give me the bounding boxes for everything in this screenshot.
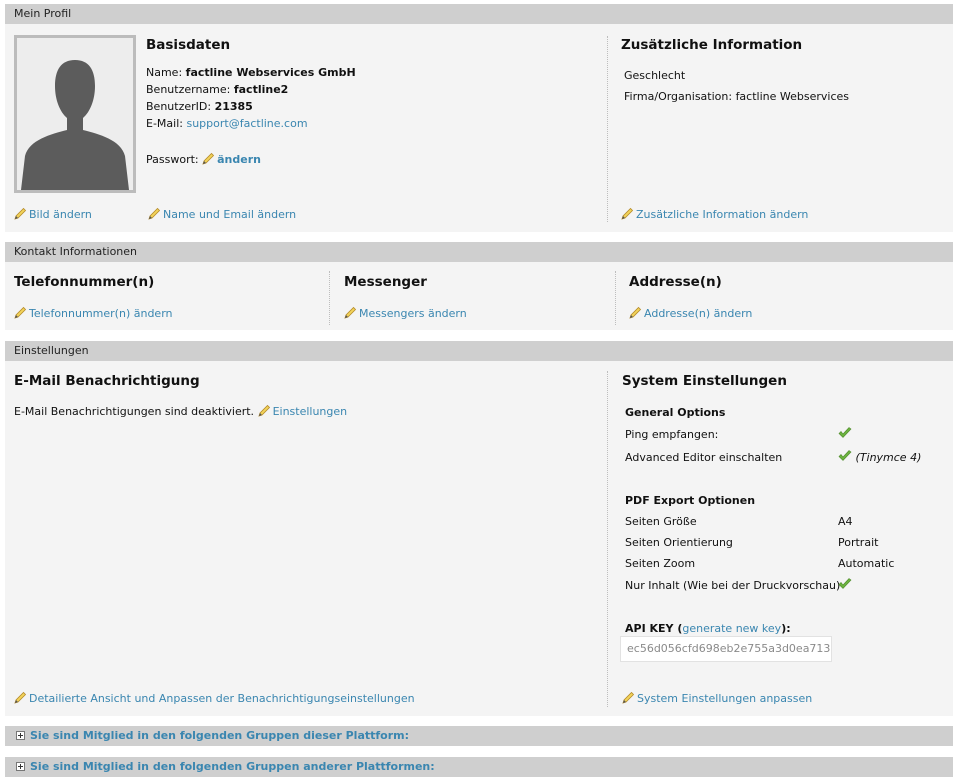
- section-header-contact: Kontakt Informationen: [5, 242, 953, 262]
- api-key-label: API KEY (: [625, 622, 683, 635]
- pencil-icon: [202, 152, 215, 165]
- api-key-suffix: ):: [781, 622, 791, 635]
- divider: [607, 371, 608, 707]
- advanced-editor-note: (Tinymce 4): [855, 451, 922, 464]
- phone-title: Telefonnummer(n): [14, 274, 155, 290]
- page-zoom-label: Seiten Zoom: [625, 557, 696, 570]
- page-zoom-value: Automatic: [838, 557, 895, 570]
- username-label: Benutzername:: [146, 83, 231, 96]
- system-settings-adjust-label: System Einstellungen anpassen: [637, 692, 813, 705]
- groups-other-platforms-label: Sie sind Mitglied in den folgenden Grupp…: [30, 760, 435, 773]
- contact-panel: Telefonnummer(n) Telefonnummer(n) ändern…: [5, 262, 953, 330]
- avatar: [14, 35, 136, 193]
- groups-this-platform-label: Sie sind Mitglied in den folgenden Grupp…: [30, 729, 410, 742]
- email-row: E-Mail: support@factline.com: [146, 117, 308, 130]
- email-settings-label: Einstellungen: [272, 405, 348, 418]
- address-title: Addresse(n): [629, 274, 722, 290]
- name-label: Name:: [146, 66, 183, 79]
- messenger-title: Messenger: [344, 274, 427, 290]
- expand-icon: [16, 731, 25, 740]
- email-label: E-Mail:: [146, 117, 183, 130]
- pencil-icon: [14, 306, 27, 319]
- divider: [615, 271, 616, 325]
- edit-picture-label: Bild ändern: [29, 208, 92, 221]
- gender-label: Geschlecht: [624, 69, 686, 82]
- email-notification-row: E-Mail Benachrichtigungen sind deaktivie…: [14, 404, 347, 418]
- company-row: Firma/Organisation: factline Webservices: [624, 90, 849, 103]
- content-only-label: Nur Inhalt (Wie bei der Druckvorschau): [625, 579, 841, 592]
- userid-row: BenutzerID: 21385: [146, 100, 253, 113]
- generate-key-link[interactable]: generate new key: [682, 622, 781, 635]
- pencil-icon: [629, 306, 642, 319]
- email-notification-title: E-Mail Benachrichtigung: [14, 373, 200, 389]
- pencil-icon: [257, 404, 271, 417]
- api-key-row: API KEY (generate new key):: [625, 622, 791, 635]
- email-detail-link[interactable]: Detailierte Ansicht und Anpassen der Ben…: [14, 691, 415, 705]
- pencil-icon: [622, 691, 635, 704]
- password-label: Passwort:: [146, 153, 199, 166]
- name-row: Name: factline Webservices GmbH: [146, 66, 356, 79]
- page-orientation-label: Seiten Orientierung: [625, 536, 733, 549]
- settings-panel: E-Mail Benachrichtigung E-Mail Benachric…: [5, 361, 953, 716]
- edit-address-link[interactable]: Addresse(n) ändern: [629, 306, 752, 320]
- edit-picture-link[interactable]: Bild ändern: [14, 207, 92, 221]
- advanced-editor-label: Advanced Editor einschalten: [625, 451, 783, 464]
- edit-name-email-label: Name und Email ändern: [163, 208, 297, 221]
- pencil-icon: [14, 207, 27, 220]
- username-value: factline2: [233, 83, 289, 96]
- change-password-link[interactable]: ändern: [217, 153, 261, 166]
- pencil-icon: [621, 207, 634, 220]
- check-icon: [838, 427, 852, 439]
- edit-messenger-link[interactable]: Messengers ändern: [344, 306, 467, 320]
- profile-panel: Basisdaten Name: factline Webservices Gm…: [5, 24, 953, 232]
- api-key-field[interactable]: ec56d056cfd698eb2e755a3d0ea71387: [620, 636, 832, 662]
- section-header-profile: Mein Profil: [5, 4, 953, 24]
- edit-extra-info-link[interactable]: Zusätzliche Information ändern: [621, 207, 808, 221]
- email-notification-status: E-Mail Benachrichtigungen sind deaktivie…: [14, 405, 255, 418]
- edit-phone-link[interactable]: Telefonnummer(n) ändern: [14, 306, 173, 320]
- email-link[interactable]: support@factline.com: [186, 117, 307, 130]
- email-settings-link[interactable]: Einstellungen: [257, 404, 348, 418]
- edit-messenger-label: Messengers ändern: [359, 307, 467, 320]
- email-detail-label: Detailierte Ansicht und Anpassen der Ben…: [29, 692, 415, 705]
- userid-label: BenutzerID:: [146, 100, 212, 113]
- edit-address-label: Addresse(n) ändern: [644, 307, 753, 320]
- section-header-settings: Einstellungen: [5, 341, 953, 361]
- check-icon: [838, 578, 852, 590]
- system-settings-adjust-link[interactable]: System Einstellungen anpassen: [622, 691, 812, 705]
- pencil-icon: [148, 207, 161, 220]
- groups-other-platforms-toggle[interactable]: Sie sind Mitglied in den folgenden Grupp…: [5, 757, 953, 777]
- advanced-editor-value: (Tinymce 4): [838, 450, 921, 464]
- edit-name-email-link[interactable]: Name und Email ändern: [148, 207, 296, 221]
- page-size-value: A4: [838, 515, 853, 528]
- pdf-export-title: PDF Export Optionen: [625, 494, 756, 507]
- pencil-icon: [344, 306, 357, 319]
- ping-label: Ping empfangen:: [625, 428, 719, 441]
- edit-extra-info-label: Zusätzliche Information ändern: [636, 208, 809, 221]
- check-icon: [838, 450, 852, 462]
- name-value: factline Webservices GmbH: [185, 66, 356, 79]
- basis-title: Basisdaten: [146, 37, 231, 53]
- password-row: Passwort: ändern: [146, 152, 261, 166]
- system-settings-title: System Einstellungen: [622, 373, 787, 389]
- groups-this-platform-toggle[interactable]: Sie sind Mitglied in den folgenden Grupp…: [5, 726, 953, 746]
- expand-icon: [16, 762, 25, 771]
- userid-value: 21385: [214, 100, 253, 113]
- edit-phone-label: Telefonnummer(n) ändern: [29, 307, 173, 320]
- general-options-title: General Options: [625, 406, 726, 419]
- page-size-label: Seiten Größe: [625, 515, 697, 528]
- pencil-icon: [14, 691, 27, 704]
- page-orientation-value: Portrait: [838, 536, 879, 549]
- user-silhouette-icon: [17, 38, 133, 190]
- extra-info-title: Zusätzliche Information: [621, 37, 803, 53]
- divider: [329, 271, 330, 325]
- company-value: factline Webservices: [735, 90, 849, 103]
- username-row: Benutzername: factline2: [146, 83, 288, 96]
- divider: [607, 36, 608, 222]
- company-label: Firma/Organisation:: [624, 90, 733, 103]
